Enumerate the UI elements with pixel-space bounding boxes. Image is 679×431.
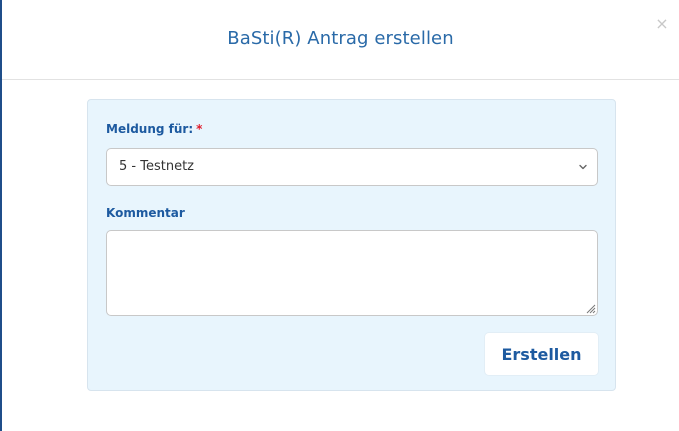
meldung-label: Meldung für: * bbox=[106, 122, 202, 136]
create-button[interactable]: Erstellen bbox=[485, 333, 598, 375]
form-panel: Meldung für: * 5 - Testnetz Kommentar Ers… bbox=[87, 99, 616, 391]
resize-grip-icon[interactable] bbox=[584, 302, 596, 314]
required-marker: * bbox=[196, 122, 203, 136]
meldung-label-text: Meldung für: bbox=[106, 122, 194, 136]
chevron-down-icon bbox=[579, 164, 587, 170]
dialog-title: BaSti(R) Antrag erstellen bbox=[227, 28, 454, 49]
kommentar-label: Kommentar bbox=[106, 206, 185, 220]
dialog-header: BaSti(R) Antrag erstellen × bbox=[2, 0, 679, 80]
meldung-selected-value: 5 - Testnetz bbox=[119, 159, 194, 174]
meldung-select[interactable]: 5 - Testnetz bbox=[106, 148, 598, 186]
close-icon[interactable]: × bbox=[655, 16, 669, 32]
kommentar-textarea[interactable] bbox=[106, 230, 598, 316]
create-request-dialog: BaSti(R) Antrag erstellen × Meldung für:… bbox=[0, 0, 679, 431]
